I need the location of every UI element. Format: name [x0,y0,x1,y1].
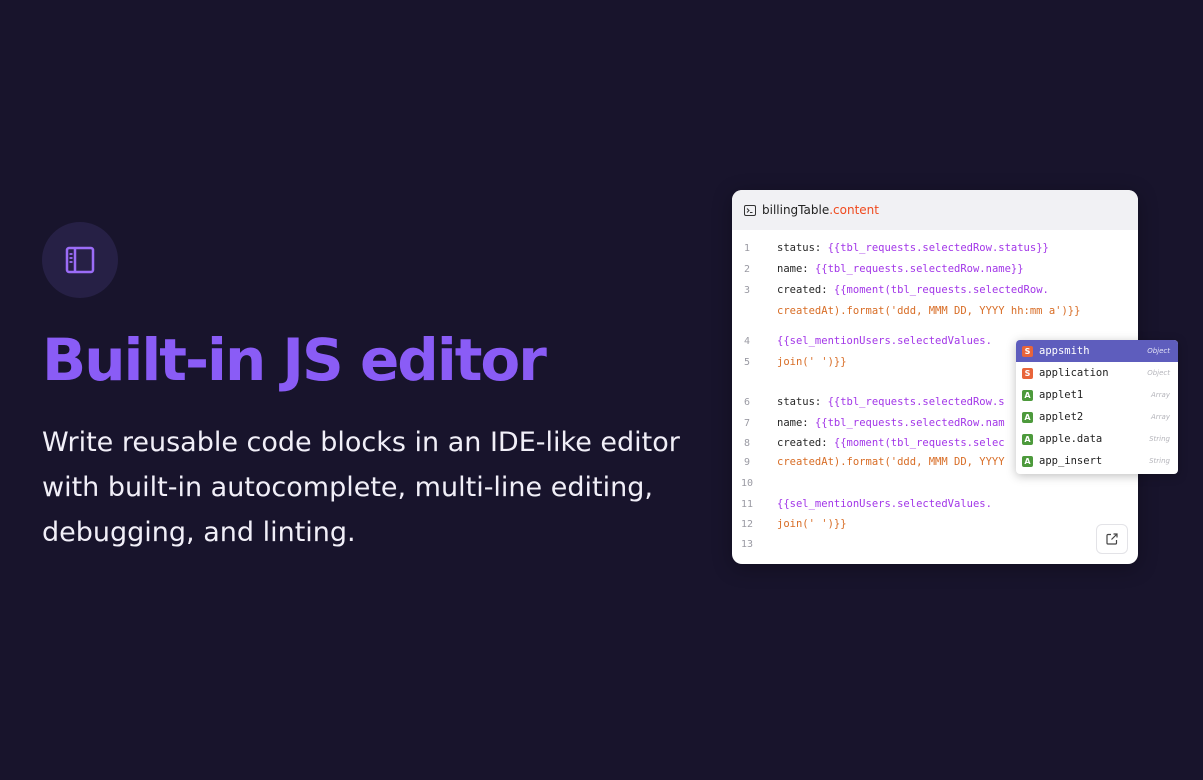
line-number: 13 [740,538,754,550]
ac-type-badge: S [1022,345,1033,357]
editor-title-property: .content [829,203,879,217]
terminal-icon [744,204,756,216]
code-continuation: createdAt).format('ddd, MMM DD, YYYY [777,456,1005,468]
code-line: 12 join(' ')}} [732,514,1138,534]
code-continuation: join(' ')}} [777,518,847,530]
ac-type-badge: A [1022,411,1033,423]
editor-title-object: billingTable [762,203,830,217]
autocomplete-item[interactable]: A apple.data String [1016,428,1178,450]
code-line: 10 [732,473,1138,493]
ac-type-badge: A [1022,433,1033,445]
ac-item-label: application [1039,367,1109,379]
ac-item-label: apple.data [1039,433,1103,445]
sidebar-panel-icon [65,246,95,274]
code-key: status: [777,242,828,254]
code-line: 13 [732,534,1138,554]
line-number: 10 [740,477,754,489]
ac-type-badge: A [1022,455,1033,467]
ac-item-type: Object [1147,369,1170,377]
ac-type-badge: A [1022,389,1033,401]
line-number: 4 [743,335,751,347]
code-expression: {{moment(tbl_requests.selec [833,437,1005,449]
code-expression: {{sel_mentionUsers.selectedValues. [777,498,992,510]
line-number: 6 [743,396,751,408]
line-number: 11 [740,498,754,510]
ac-item-type: Array [1151,391,1170,399]
ac-item-type: String [1149,435,1170,443]
code-expression: {{tbl_requests.selectedRow.nam [814,417,1005,429]
line-number: 8 [743,437,751,449]
code-expression: {{tbl_requests.selectedRow.status}} [827,242,1049,254]
code-key: name: [777,263,815,275]
code-key: created: [777,437,834,449]
autocomplete-item[interactable]: A app_insert String [1016,450,1178,472]
line-number: 3 [743,284,751,296]
ac-item-label: applet1 [1039,389,1084,401]
sidebar-panel-icon-badge [42,222,118,298]
ac-item-label: app_insert [1039,455,1103,467]
ac-item-label: applet2 [1039,411,1084,423]
line-number: 5 [743,356,751,368]
external-link-icon [1106,533,1118,545]
editor-header: billingTable .content [732,190,1138,230]
code-line-wrapped: createdAt).format('ddd, MMM DD, YYYY hh:… [732,301,1138,321]
line-number: 9 [743,456,751,468]
code-expression: {{tbl_requests.selectedRow.s [827,396,1005,408]
autocomplete-dropdown: S appsmith Object S application Object A… [1016,340,1178,474]
code-continuation: join(' ')}} [777,356,847,368]
code-expression: {{moment(tbl_requests.selectedRow. [833,284,1049,296]
line-number: 1 [743,242,751,254]
code-key: name: [777,417,815,429]
ac-type-badge: S [1022,367,1033,379]
ac-item-type: Object [1147,347,1170,355]
code-line: 1 status: {{tbl_requests.selectedRow.sta… [732,238,1138,258]
autocomplete-item[interactable]: S appsmith Object [1016,340,1178,362]
code-key: status: [777,396,828,408]
autocomplete-item[interactable]: A applet2 Array [1016,406,1178,428]
code-line: 11 {{sel_mentionUsers.selectedValues. [732,494,1138,514]
page-description: Write reusable code blocks in an IDE-lik… [42,427,680,548]
code-continuation: createdAt).format('ddd, MMM DD, YYYY hh:… [777,305,1081,317]
code-expression: {{tbl_requests.selectedRow.name}} [814,263,1024,275]
autocomplete-item[interactable]: A applet1 Array [1016,384,1178,406]
code-expression: {{sel_mentionUsers.selectedValues. [777,335,992,347]
open-external-button[interactable] [1096,524,1128,554]
code-key: created: [777,284,834,296]
ac-item-type: Array [1151,413,1170,421]
ac-item-label: appsmith [1039,345,1090,357]
code-line: 2 name: {{tbl_requests.selectedRow.name}… [732,259,1138,279]
line-number: 7 [743,417,751,429]
code-line: 3 created: {{moment(tbl_requests.selecte… [732,280,1138,300]
ac-item-type: String [1149,457,1170,465]
autocomplete-item[interactable]: S application Object [1016,362,1178,384]
page-headline: Built-in JS editor [42,326,547,394]
line-number: 2 [743,263,751,275]
line-number: 12 [740,518,754,530]
